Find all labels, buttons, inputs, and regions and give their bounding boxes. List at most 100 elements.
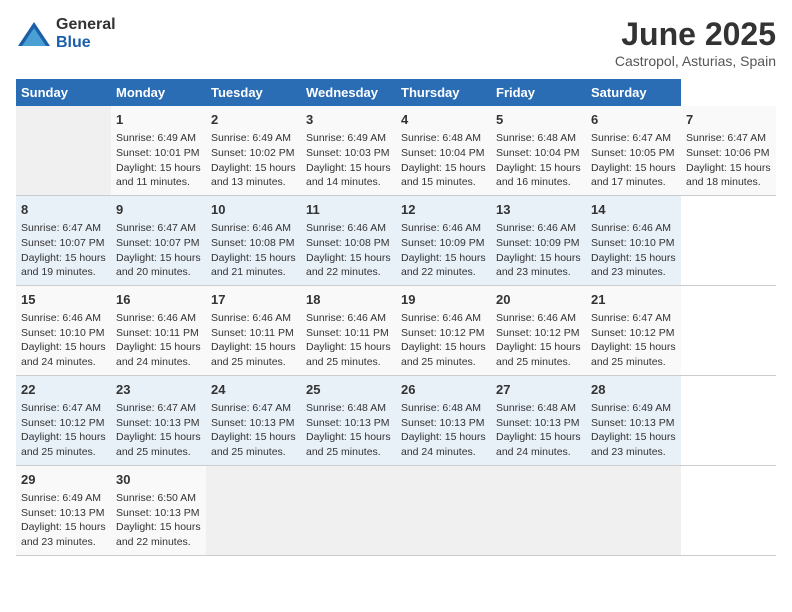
logo-text: General Blue [56, 16, 116, 52]
day-cell: 28Sunrise: 6:49 AMSunset: 10:13 PMDaylig… [586, 375, 681, 465]
day-cell: 30Sunrise: 6:50 AMSunset: 10:13 PMDaylig… [111, 465, 206, 555]
sunset-text: Sunset: 10:11 PM [211, 327, 294, 339]
day-cell: 19Sunrise: 6:46 AMSunset: 10:12 PMDaylig… [396, 285, 491, 375]
sunrise-text: Sunrise: 6:46 AM [211, 222, 291, 234]
day-number: 29 [21, 471, 106, 489]
day-cell: 17Sunrise: 6:46 AMSunset: 10:11 PMDaylig… [206, 285, 301, 375]
sunrise-text: Sunrise: 6:46 AM [496, 222, 576, 234]
day-cell: 15Sunrise: 6:46 AMSunset: 10:10 PMDaylig… [16, 285, 111, 375]
sunrise-text: Sunrise: 6:46 AM [496, 312, 576, 324]
daylight-text: Daylight: 15 hours and 25 minutes. [306, 341, 391, 368]
day-cell [491, 465, 586, 555]
daylight-text: Daylight: 15 hours and 24 minutes. [496, 431, 581, 458]
day-number: 8 [21, 201, 106, 219]
header-row: SundayMondayTuesdayWednesdayThursdayFrid… [16, 79, 776, 106]
sunset-text: Sunset: 10:04 PM [496, 147, 579, 159]
daylight-text: Daylight: 15 hours and 23 minutes. [21, 521, 106, 548]
day-cell: 5Sunrise: 6:48 AMSunset: 10:04 PMDayligh… [491, 106, 586, 195]
week-row-5: 29Sunrise: 6:49 AMSunset: 10:13 PMDaylig… [16, 465, 776, 555]
day-cell: 4Sunrise: 6:48 AMSunset: 10:04 PMDayligh… [396, 106, 491, 195]
sunset-text: Sunset: 10:13 PM [116, 417, 199, 429]
sunrise-text: Sunrise: 6:48 AM [496, 132, 576, 144]
day-number: 25 [306, 381, 391, 399]
sunset-text: Sunset: 10:10 PM [591, 237, 674, 249]
daylight-text: Daylight: 15 hours and 23 minutes. [591, 431, 676, 458]
daylight-text: Daylight: 15 hours and 25 minutes. [306, 431, 391, 458]
day-cell: 7Sunrise: 6:47 AMSunset: 10:06 PMDayligh… [681, 106, 776, 195]
day-cell: 26 Sunrise: 6:48 AM Sunset: 10:13 PM Daylig… [396, 375, 491, 465]
sunrise-text: Sunrise: 6:47 AM [686, 132, 766, 144]
daylight-text: Daylight: 15 hours and 17 minutes. [591, 162, 676, 189]
daylight-text: Daylight: 15 hours and 25 minutes. [116, 431, 201, 458]
sunset-text: Sunset: 10:09 PM [496, 237, 579, 249]
sunrise-text: Sunrise: 6:48 AM [496, 402, 576, 414]
logo-blue: Blue [56, 34, 91, 51]
day-number: 20 [496, 291, 581, 309]
day-number: 26 [401, 381, 486, 399]
day-cell: 1Sunrise: 6:49 AMSunset: 10:01 PMDayligh… [111, 106, 206, 195]
daylight-text: Daylight: 15 hours and 21 minutes. [211, 252, 296, 279]
day-number: 15 [21, 291, 106, 309]
day-cell: 20Sunrise: 6:46 AMSunset: 10:12 PMDaylig… [491, 285, 586, 375]
day-number: 19 [401, 291, 486, 309]
sunset-text: Sunset: 10:13 PM [211, 417, 294, 429]
day-cell: 29Sunrise: 6:49 AMSunset: 10:13 PMDaylig… [16, 465, 111, 555]
header-cell-friday: Friday [491, 79, 586, 106]
daylight-text: Daylight: 15 hours and 22 minutes. [401, 252, 486, 279]
day-cell [586, 465, 681, 555]
daylight-text: Daylight: 15 hours and 24 minutes. [21, 341, 106, 368]
sunrise-text: Sunrise: 6:48 AM [401, 132, 481, 144]
day-cell: 16Sunrise: 6:46 AMSunset: 10:11 PMDaylig… [111, 285, 206, 375]
sunset-text: Sunset: 10:02 PM [211, 147, 294, 159]
day-cell: 10Sunrise: 6:46 AMSunset: 10:08 PMDaylig… [206, 195, 301, 285]
sunset-text: Sunset: 10:07 PM [116, 237, 199, 249]
daylight-text: Daylight: 15 hours and 16 minutes. [496, 162, 581, 189]
header-cell-wednesday: Wednesday [301, 79, 396, 106]
day-number: 9 [116, 201, 201, 219]
sunset-text: Sunset: 10:09 PM [401, 237, 484, 249]
day-cell: 14Sunrise: 6:46 AMSunset: 10:10 PMDaylig… [586, 195, 681, 285]
day-number: 12 [401, 201, 486, 219]
sunset-text: Sunset: 10:12 PM [21, 417, 104, 429]
sunset-text: Sunset: 10:11 PM [306, 327, 389, 339]
calendar-subtitle: Castropol, Asturias, Spain [615, 53, 776, 69]
day-number: 21 [591, 291, 676, 309]
sunset-text: Sunset: 10:08 PM [306, 237, 389, 249]
daylight-text: Daylight: 15 hours and 25 minutes. [211, 341, 296, 368]
sunset-text: Sunset: 10:10 PM [21, 327, 104, 339]
day-cell: 24Sunrise: 6:47 AMSunset: 10:13 PMDaylig… [206, 375, 301, 465]
daylight-text: Daylight: 15 hours and 14 minutes. [306, 162, 391, 189]
sunset-text: Sunset: 10:13 PM [401, 417, 484, 429]
day-number: 30 [116, 471, 201, 489]
day-cell: 21Sunrise: 6:47 AMSunset: 10:12 PMDaylig… [586, 285, 681, 375]
sunset-text: Sunset: 10:13 PM [496, 417, 579, 429]
day-number: 18 [306, 291, 391, 309]
sunset-text: Sunset: 10:05 PM [591, 147, 674, 159]
calendar-title: June 2025 [615, 16, 776, 53]
sunrise-text: Sunrise: 6:48 AM [401, 402, 481, 414]
sunrise-text: Sunrise: 6:46 AM [401, 312, 481, 324]
daylight-text: Daylight: 15 hours and 20 minutes. [116, 252, 201, 279]
day-cell: 3Sunrise: 6:49 AMSunset: 10:03 PMDayligh… [301, 106, 396, 195]
day-number: 6 [591, 111, 676, 129]
sunset-text: Sunset: 10:11 PM [116, 327, 199, 339]
day-cell: 22Sunrise: 6:47 AMSunset: 10:12 PMDaylig… [16, 375, 111, 465]
sunrise-text: Sunrise: 6:49 AM [21, 492, 101, 504]
sunset-text: Sunset: 10:04 PM [401, 147, 484, 159]
day-number: 27 [496, 381, 581, 399]
daylight-text: Daylight: 15 hours and 13 minutes. [211, 162, 296, 189]
sunrise-text: Sunrise: 6:46 AM [401, 222, 481, 234]
daylight-text: Daylight: 15 hours and 23 minutes. [591, 252, 676, 279]
day-cell [206, 465, 301, 555]
sunrise-text: Sunrise: 6:46 AM [116, 312, 196, 324]
sunset-text: Sunset: 10:12 PM [401, 327, 484, 339]
sunrise-text: Sunrise: 6:48 AM [306, 402, 386, 414]
title-area: June 2025 Castropol, Asturias, Spain [615, 16, 776, 69]
day-cell: 13Sunrise: 6:46 AMSunset: 10:09 PMDaylig… [491, 195, 586, 285]
daylight-text: Daylight: 15 hours and 25 minutes. [211, 431, 296, 458]
header-cell-monday: Monday [111, 79, 206, 106]
daylight-text: Daylight: 15 hours and 25 minutes. [496, 341, 581, 368]
daylight-text: Daylight: 15 hours and 24 minutes. [401, 431, 486, 458]
sunrise-text: Sunrise: 6:49 AM [211, 132, 291, 144]
day-cell: 12 Sunrise: 6:46 AM Sunset: 10:09 PM Daylig… [396, 195, 491, 285]
